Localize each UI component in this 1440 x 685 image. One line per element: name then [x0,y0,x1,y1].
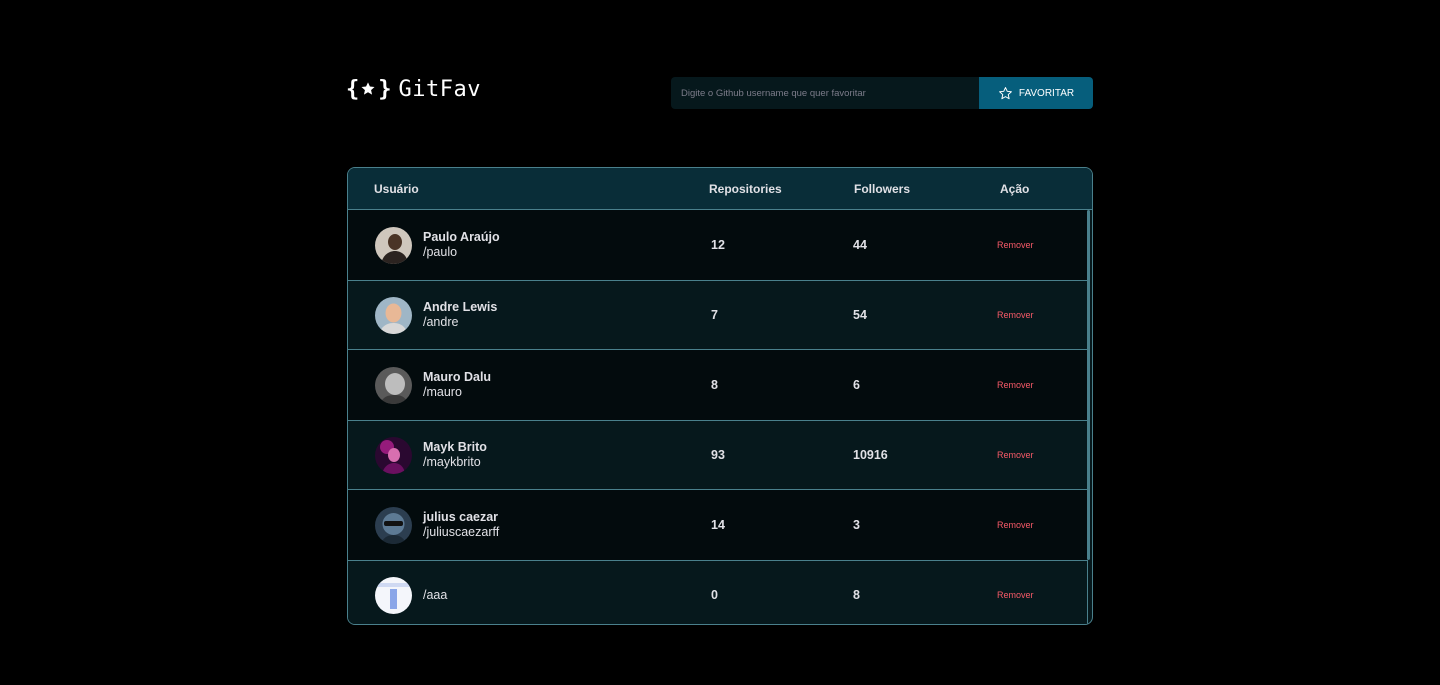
followers-count: 44 [853,238,867,252]
user-info: Paulo Araújo /paulo [423,230,500,260]
table-header: Usuário Repositories Followers Ação [348,168,1092,210]
search-bar: FAVORITAR [671,77,1093,109]
followers-count: 6 [853,378,860,392]
favoritar-button-label: FAVORITAR [1018,87,1075,99]
followers-count: 10916 [853,448,888,462]
logo: {} GitFav [346,76,481,102]
favoritar-button[interactable]: FAVORITAR [979,77,1093,109]
table-row: Mayk Brito /maykbrito 93 10916 Remover [348,420,1088,490]
user-login: /paulo [423,245,458,259]
table-row: /aaa 0 8 Remover [348,560,1088,624]
star-outline-icon [999,86,1012,99]
avatar [375,226,412,264]
user-login: /andre [423,315,459,329]
avatar [375,436,412,474]
remove-button[interactable]: Remover [997,380,1034,390]
user-info: Mayk Brito /maykbrito [423,440,487,470]
avatar [375,296,412,334]
favorites-table: Usuário Repositories Followers Ação Paul… [347,167,1093,625]
user-login: /juliuscaezarff [423,525,500,539]
remove-button[interactable]: Remover [997,590,1034,600]
user-info: Mauro Dalu /mauro [423,370,491,400]
table-row: Andre Lewis /andre 7 54 Remover [348,280,1088,350]
header: {} GitFav FAVORITAR [346,77,1093,109]
username-search-input[interactable] [671,77,979,109]
user-info: Andre Lewis /andre [423,300,497,330]
logo-text: GitFav [398,76,481,102]
remove-button[interactable]: Remover [997,450,1034,460]
followers-count: 8 [853,588,860,602]
header-action: Ação [1000,182,1030,196]
header-repositories: Repositories [709,182,782,196]
repositories-count: 8 [711,378,718,392]
avatar [375,366,412,404]
user-name: julius caezar [423,510,499,524]
avatar [375,576,412,614]
user-login: /aaa [423,587,448,602]
repositories-count: 93 [711,448,725,462]
user-name: Mayk Brito [423,440,487,454]
avatar [375,506,412,544]
remove-button[interactable]: Remover [997,520,1034,530]
user-info: julius caezar /juliuscaezarff [423,510,499,540]
user-info: /aaa [423,588,447,603]
header-user: Usuário [374,182,419,196]
user-name: Paulo Araújo [423,230,500,244]
repositories-count: 14 [711,518,725,532]
table-row: Paulo Araújo /paulo 12 44 Remover [348,210,1088,280]
repositories-count: 7 [711,308,718,322]
repositories-count: 12 [711,238,725,252]
logo-icon: {} [346,76,391,102]
remove-button[interactable]: Remover [997,240,1034,250]
followers-count: 3 [853,518,860,532]
user-login: /mauro [423,385,462,399]
user-login: /maykbrito [423,455,481,469]
table-scrollbar[interactable] [1087,210,1090,560]
table-row: Mauro Dalu /mauro 8 6 Remover [348,350,1088,420]
user-name: Andre Lewis [423,300,498,314]
table-body[interactable]: Paulo Araújo /paulo 12 44 Remover Andre … [348,210,1092,624]
table-row: julius caezar /juliuscaezarff 14 3 Remov… [348,490,1088,560]
repositories-count: 0 [711,588,718,602]
remove-button[interactable]: Remover [997,310,1034,320]
user-name: Mauro Dalu [423,370,492,384]
header-followers: Followers [854,182,911,196]
followers-count: 54 [853,308,867,322]
